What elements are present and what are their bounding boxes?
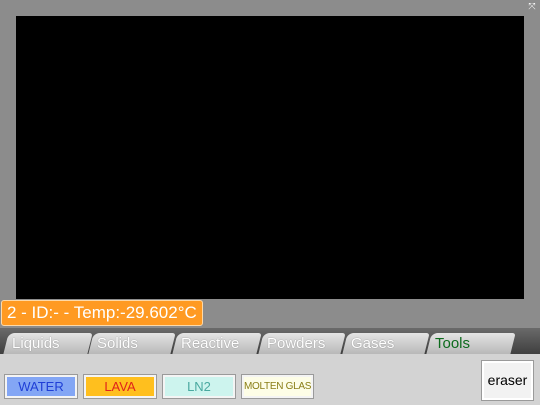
tab-reactive[interactable]: Reactive: [172, 333, 262, 354]
tab-label: Gases: [351, 335, 395, 352]
tab-label: Reactive: [181, 335, 240, 352]
eraser-button[interactable]: eraser: [481, 360, 534, 401]
element-button-molten-glass[interactable]: MOLTEN GLASS: [241, 374, 314, 399]
tab-gases[interactable]: Gases: [342, 333, 430, 354]
tab-label: Powders: [267, 335, 326, 352]
tab-powders[interactable]: Powders: [258, 333, 346, 354]
tab-tools[interactable]: Tools: [426, 333, 516, 354]
tab-label: Liquids: [12, 335, 60, 352]
simulation-canvas[interactable]: [16, 16, 524, 299]
element-button-water[interactable]: WATER: [4, 374, 78, 399]
tab-solids[interactable]: Solids: [88, 333, 176, 354]
status-readout: 2 - ID:- - Temp:-29.602°C: [1, 300, 203, 326]
category-tab-bar: Liquids Solids Reactive Powders Gases To…: [0, 328, 540, 354]
tab-label: Solids: [97, 335, 138, 352]
fullscreen-icon[interactable]: ⤧: [527, 2, 537, 12]
tab-label: Tools: [435, 335, 471, 352]
element-button-lava[interactable]: LAVA: [83, 374, 157, 399]
element-panel: WATER LAVA LN2 MOLTEN GLASS eraser: [0, 354, 540, 405]
element-button-ln2[interactable]: LN2: [162, 374, 236, 399]
tab-liquids[interactable]: Liquids: [3, 333, 93, 354]
